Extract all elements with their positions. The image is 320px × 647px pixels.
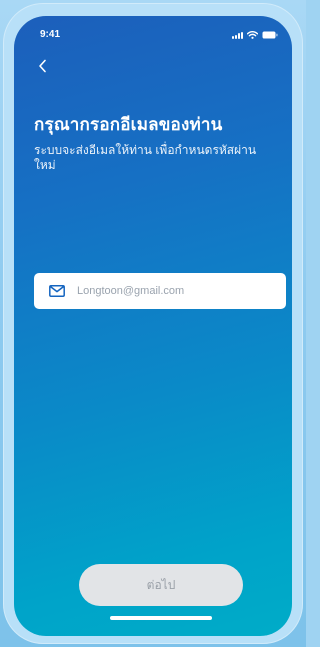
status-bar: 9:41 bbox=[14, 16, 292, 50]
page-title: กรุณากรอกอีเมลของท่าน bbox=[34, 115, 223, 134]
wifi-icon bbox=[247, 31, 258, 39]
email-input-value[interactable]: Longtoon@gmail.com bbox=[77, 285, 184, 297]
home-indicator bbox=[110, 616, 212, 620]
mail-icon bbox=[48, 284, 66, 298]
signal-icon bbox=[232, 31, 243, 39]
status-icons bbox=[232, 29, 278, 39]
status-time: 9:41 bbox=[40, 29, 61, 40]
app-screen: 9:41 กรุณากรอกอีเมลของท่าน ระบบจะส่งอีเม… bbox=[14, 16, 292, 636]
device-stage: 9:41 กรุณากรอกอีเมลของท่าน ระบบจะส่งอีเม… bbox=[0, 0, 306, 647]
next-button[interactable]: ต่อไป bbox=[79, 564, 243, 606]
email-field[interactable]: Longtoon@gmail.com bbox=[34, 273, 286, 309]
chevron-left-icon bbox=[38, 59, 46, 73]
back-button[interactable] bbox=[32, 54, 52, 78]
page-subtitle: ระบบจะส่งอีเมลให้ท่าน เพื่อกำหนดรหัสผ่าน… bbox=[34, 143, 257, 172]
battery-icon bbox=[262, 31, 278, 39]
